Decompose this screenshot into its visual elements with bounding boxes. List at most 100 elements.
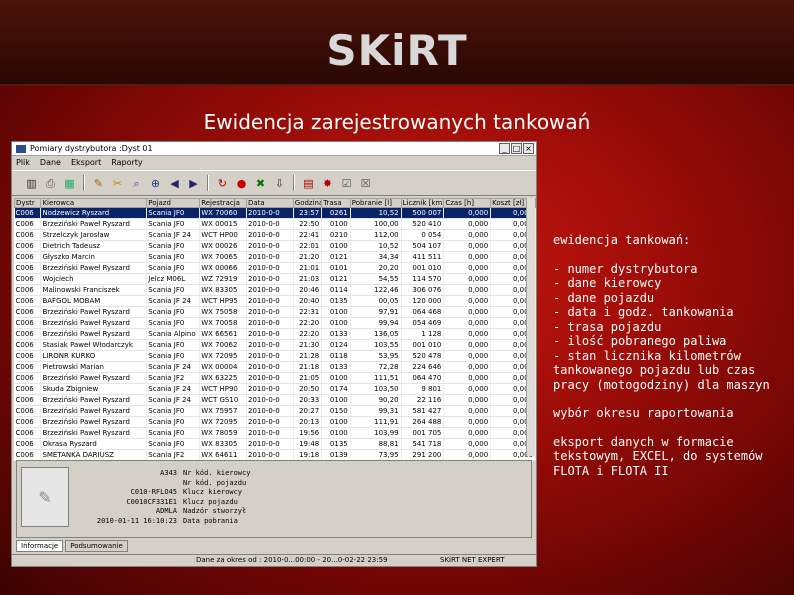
tab-informacje[interactable]: Informacje — [16, 540, 64, 552]
table-cell: 224 646 — [401, 361, 445, 373]
table-cell: 0118 — [321, 350, 351, 362]
prev-icon[interactable]: ◀ — [167, 176, 182, 191]
table-cell: WX 70060 — [199, 207, 247, 219]
zoom-icon[interactable]: ⊕ — [148, 176, 163, 191]
table-cell: C006 — [14, 229, 42, 241]
table-cell: 0,000 — [443, 284, 492, 296]
menu-raporty[interactable]: Raporty — [111, 156, 142, 170]
report-icon[interactable]: ▤ — [301, 176, 316, 191]
column-header[interactable]: Dystr — [13, 198, 42, 208]
table-cell: Scania JF0 — [146, 218, 201, 230]
table-row[interactable]: C006 Brzeziński Paweł Ryszard Scania JF0 WX… — [14, 317, 536, 329]
table-cell: 001 010 — [401, 262, 445, 274]
table-cell: 2010-0-0 — [246, 262, 294, 274]
table-cell: 0,000 — [443, 328, 492, 340]
table-row[interactable]: C006 Brzeziński Paweł Ryszard Scania JF0 WX… — [14, 427, 536, 439]
export-icon[interactable]: ⇩ — [272, 176, 287, 191]
table-row[interactable]: C006 Brzeziński Paweł Ryszard Scania JF0 WX… — [14, 306, 536, 318]
detail-label: Nr kód. kierowcy — [183, 469, 251, 477]
table-row[interactable]: C006 Głyszko Marcin Scania JF0 WX 70065 2010… — [14, 251, 536, 263]
column-header[interactable]: Czas [h] — [443, 198, 492, 208]
find-icon[interactable]: ⌕ — [129, 176, 144, 191]
photo-placeholder-icon: ✎ — [21, 467, 69, 527]
table-cell: 0,000 — [443, 427, 492, 439]
excel-icon[interactable]: ✖ — [253, 176, 268, 191]
column-header[interactable]: Pobranie [l] — [349, 198, 402, 208]
next-icon[interactable]: ▶ — [186, 176, 201, 191]
menu-plik[interactable]: Plik — [16, 156, 30, 170]
column-header[interactable]: Kierowca — [40, 198, 148, 208]
table-cell: 0,000 — [443, 416, 492, 428]
table-row[interactable]: C006 Skuda Zbigniew Scania JF 24 WCT HP90 20… — [14, 383, 536, 395]
table-cell: 2010-0-0 — [246, 240, 294, 252]
edit-icon[interactable]: ✎ — [91, 176, 106, 191]
table-cell: C006 — [14, 449, 42, 461]
table-cell: Strzelczyk Jarosław — [40, 229, 148, 241]
table-row[interactable]: C006 Stasiak Paweł Włodarczyk Scania JF0 WX… — [14, 339, 536, 351]
table-cell: Scania JF 24 — [146, 394, 201, 406]
table-row[interactable]: C006 Brzeziński Paweł Ryszard Scania JF0 WX… — [14, 262, 536, 274]
settings-icon[interactable]: ✸ — [320, 176, 335, 191]
table-row[interactable]: C006 BAFGOL MOBAM Scania JF 24 WCT HP95 2010… — [14, 295, 536, 307]
table-cell: WCT HP90 — [199, 383, 247, 395]
column-header[interactable]: Licznik [km] — [400, 198, 445, 208]
column-header[interactable]: Rejestracja — [199, 198, 247, 208]
table-row[interactable]: C006 Malinowski Franciszek Scania JF0 WX 83… — [14, 284, 536, 296]
table-row[interactable]: C006 Brzeziński Paweł Ryszard Scania Alpin… — [14, 328, 536, 340]
table-cell: 0133 — [321, 328, 351, 340]
table-row[interactable]: C006 Brzeziński Paweł Ryszard Scania JF 24… — [14, 394, 536, 406]
column-header[interactable]: Trasa — [321, 198, 351, 208]
table-row[interactable]: C006 Okrasa Ryszard Scania JF0 WX 83305 2010… — [14, 438, 536, 450]
menu-eksport[interactable]: Eksport — [71, 156, 101, 170]
tools-icon[interactable]: ✂ — [110, 176, 125, 191]
table-row[interactable]: C006 Strzelczyk Jarosław Scania JF 24 WCT H… — [14, 229, 536, 241]
vertical-scrollbar[interactable] — [526, 198, 535, 456]
table-cell: 136,05 — [350, 328, 402, 340]
table-row[interactable]: C006 Pietrowski Marian Scania JF 24 WX 0000… — [14, 361, 536, 373]
table-row[interactable]: C006 SMETANKA DARIUSZ Scania JF2 WX 64611 20… — [14, 449, 536, 461]
refresh-icon[interactable]: ↻ — [215, 176, 230, 191]
table-cell: 23:57 — [293, 207, 323, 219]
filter-icon[interactable]: ▥ — [24, 176, 39, 191]
table-row[interactable]: C006 Brzeziński Paweł Ryszard Scania JF2 WX… — [14, 372, 536, 384]
table-row[interactable]: C006 Brzeziński Paweł Ryszard Scania JF0 WX… — [14, 405, 536, 417]
close-view-icon[interactable]: ☒ — [358, 176, 373, 191]
table-row[interactable]: C006 LIRONR KURKO Scania JF0 WX 72095 2010-0… — [14, 350, 536, 362]
table-cell: Brzeziński Paweł Ryszard — [40, 372, 148, 384]
table-cell: Scania JF0 — [146, 405, 201, 417]
table-cell: 2010-0-0 — [246, 284, 294, 296]
column-header[interactable]: Godzina — [292, 198, 323, 208]
table-cell: WZ 72919 — [199, 273, 247, 285]
minimize-button[interactable]: _ — [499, 143, 510, 154]
notes-bullet: - numer dystrybutora — [553, 261, 698, 276]
table-row[interactable]: C006 Nodzewicz Ryszard Scania JF0 WX 70060 2… — [14, 207, 536, 219]
table-row[interactable]: C006 Dietrich Tadeusz Scania JF0 WX 00026 20… — [14, 240, 536, 252]
column-header[interactable]: Pojazd — [146, 198, 201, 208]
table-row[interactable]: C006 Wojciech Jelcz M06L WZ 72919 2010-0-0 21… — [14, 273, 536, 285]
table-cell: 0210 — [321, 229, 351, 241]
table-cell: 0100 — [321, 306, 351, 318]
menu-dane[interactable]: Dane — [40, 156, 61, 170]
print-icon[interactable]: ⎙ — [43, 176, 58, 191]
table-cell: 34,34 — [350, 251, 402, 263]
table-cell: 21:30 — [293, 339, 323, 351]
table-cell: 0,000 — [443, 251, 492, 263]
stop-icon[interactable]: ● — [234, 176, 249, 191]
table-cell: Scania JF0 — [146, 438, 201, 450]
table-cell: 120 000 — [401, 295, 445, 307]
table-cell: 0174 — [321, 383, 351, 395]
select-icon[interactable]: ☑ — [339, 176, 354, 191]
table-cell: WX 63225 — [199, 372, 247, 384]
maximize-button[interactable]: □ — [511, 143, 522, 154]
table-cell: 22 116 — [401, 394, 445, 406]
close-button[interactable]: × — [523, 143, 534, 154]
tab-podsumowanie[interactable]: Podsumowanie — [65, 540, 128, 552]
table-row[interactable]: C006 Brzeziński Paweł Ryszard Scania JF0 WX… — [14, 218, 536, 230]
table-cell: 22:31 — [293, 306, 323, 318]
table-cell: 22:01 — [293, 240, 323, 252]
calendar-icon[interactable]: ▦ — [62, 176, 77, 191]
column-header[interactable]: Data — [245, 198, 294, 208]
table-row[interactable]: C006 Brzeziński Paweł Ryszard Scania JF0 WX… — [14, 416, 536, 428]
window-titlebar: Pomiary dystrybutora :Dyst 01 _ □ × — [12, 142, 536, 156]
table-cell: C006 — [14, 284, 42, 296]
